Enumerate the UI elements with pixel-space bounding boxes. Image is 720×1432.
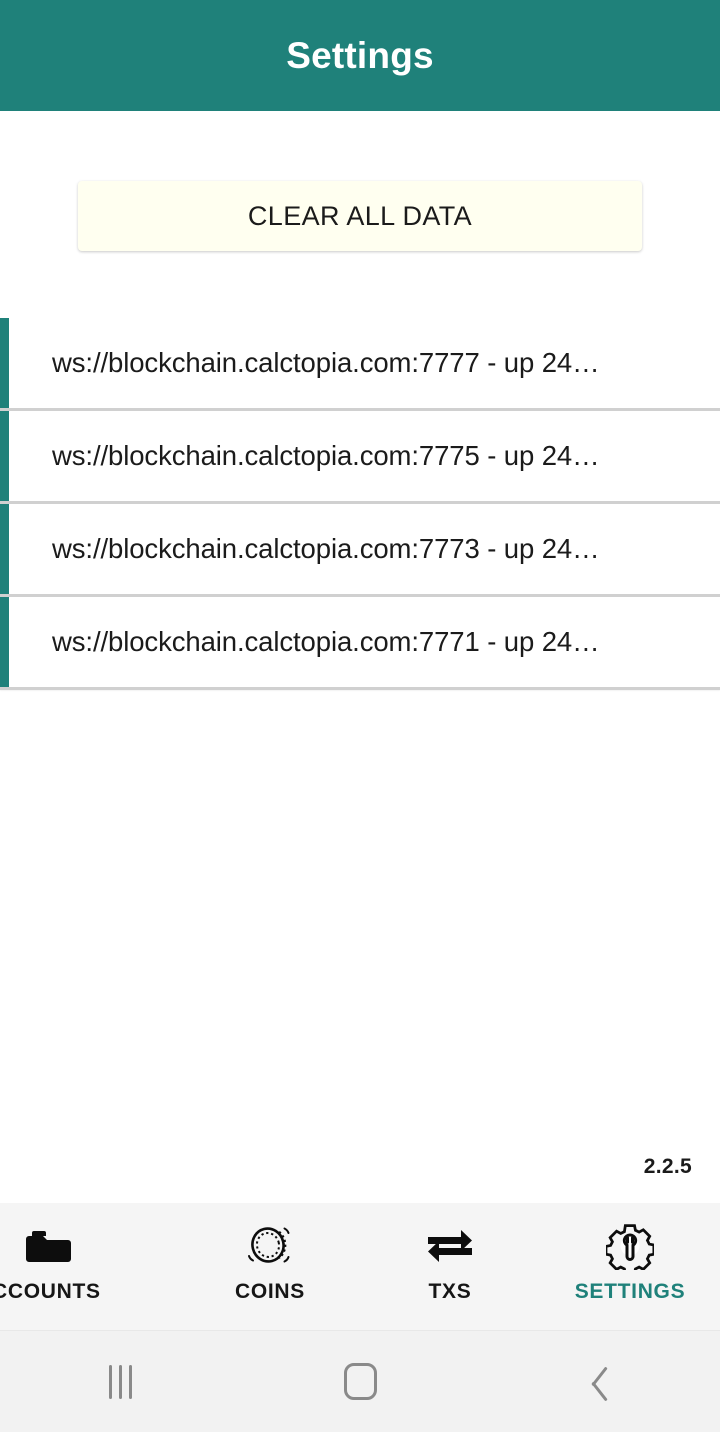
app-version-label: 2.2.5: [643, 1155, 692, 1178]
home-button[interactable]: [240, 1363, 480, 1400]
system-navigation-bar: [0, 1330, 720, 1432]
node-list-item[interactable]: ws://blockchain.calctopia.com:7777 - up …: [0, 318, 720, 411]
bottom-tab-bar: CCOUNTS COINS TXS SETTINGS: [0, 1203, 720, 1330]
tab-settings[interactable]: SETTINGS: [540, 1203, 720, 1330]
node-endpoint-label: ws://blockchain.calctopia.com:7775 - up …: [52, 440, 600, 471]
tab-coins-label: COINS: [234, 1280, 305, 1303]
folder-icon: [26, 1223, 72, 1269]
tab-accounts[interactable]: CCOUNTS: [0, 1203, 180, 1330]
node-list-item[interactable]: ws://blockchain.calctopia.com:7773 - up …: [0, 504, 720, 597]
app-bar: Settings: [0, 0, 720, 111]
node-endpoint-label: ws://blockchain.calctopia.com:7773 - up …: [52, 533, 600, 564]
recents-button[interactable]: [0, 1364, 240, 1399]
page-title: Settings: [286, 34, 434, 76]
tab-settings-label: SETTINGS: [574, 1280, 686, 1303]
back-chevron-icon: [590, 1365, 610, 1399]
clear-all-data-button[interactable]: CLEAR ALL DATA: [78, 181, 642, 251]
node-list-item[interactable]: ws://blockchain.calctopia.com:7771 - up …: [0, 597, 720, 690]
tab-txs-label: TXS: [428, 1280, 472, 1303]
node-list: ws://blockchain.calctopia.com:7777 - up …: [0, 318, 720, 690]
tab-txs[interactable]: TXS: [360, 1203, 540, 1330]
node-endpoint-label: ws://blockchain.calctopia.com:7771 - up …: [52, 626, 600, 657]
tab-coins[interactable]: COINS: [180, 1203, 360, 1330]
home-icon: [343, 1363, 377, 1400]
status-accent-bar: [0, 411, 9, 501]
node-list-item[interactable]: ws://blockchain.calctopia.com:7775 - up …: [0, 411, 720, 504]
coin-icon: [246, 1223, 294, 1269]
swap-arrows-icon: [425, 1223, 475, 1269]
status-accent-bar: [0, 318, 9, 408]
gear-wrench-icon: [606, 1223, 654, 1270]
clear-all-data-label: CLEAR ALL DATA: [247, 200, 473, 231]
back-button[interactable]: [480, 1365, 720, 1399]
settings-screen: Settings CLEAR ALL DATA ws://blockchain.…: [0, 0, 720, 1432]
status-accent-bar: [0, 504, 9, 594]
recents-icon: [108, 1364, 132, 1399]
tab-accounts-label: CCOUNTS: [0, 1280, 101, 1303]
node-endpoint-label: ws://blockchain.calctopia.com:7777 - up …: [52, 347, 600, 378]
status-accent-bar: [0, 597, 9, 687]
